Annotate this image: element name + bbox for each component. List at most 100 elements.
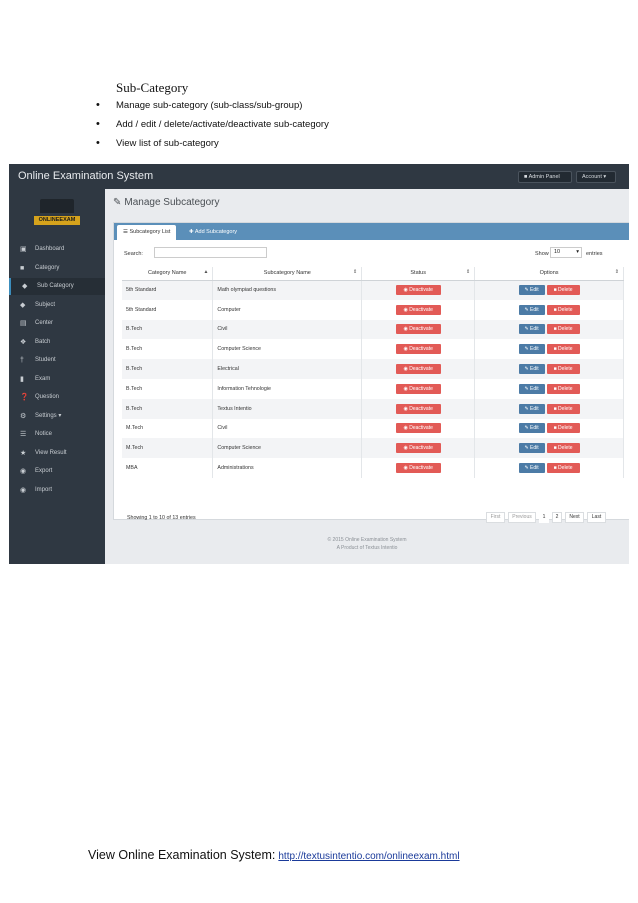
status-cell: ◉ Deactivate: [361, 319, 476, 340]
delete-button[interactable]: ■ Delete: [546, 285, 580, 296]
sidebar-item-label: Dashboard: [35, 246, 65, 252]
sidebar-item-exam[interactable]: ▮ Exam: [9, 371, 105, 388]
deactivate-button[interactable]: ◉ Deactivate: [395, 324, 441, 335]
status-cell: ◉ Deactivate: [361, 299, 476, 320]
trophy-icon: ★: [20, 450, 27, 457]
table-info: Showing 1 to 10 of 13 entries: [127, 515, 196, 521]
sidebar-item-category[interactable]: ■ Category: [9, 260, 105, 277]
options-cell: ✎ Edit ■ Delete: [474, 458, 624, 478]
edit-button[interactable]: ✎ Edit: [518, 304, 545, 315]
category-cell: B.Tech: [122, 319, 214, 340]
sidebar-item-center[interactable]: ▤ Center: [9, 315, 105, 332]
deactivate-button[interactable]: ◉ Deactivate: [395, 423, 441, 434]
edit-button[interactable]: ✎ Edit: [518, 285, 545, 296]
options-cell: ✎ Edit ■ Delete: [474, 339, 624, 360]
pagination-page-2[interactable]: 2: [552, 512, 562, 523]
pagination-previous[interactable]: Previous: [508, 512, 536, 523]
page-size-value: 10: [554, 249, 561, 255]
delete-button[interactable]: ■ Delete: [546, 324, 580, 335]
delete-button[interactable]: ■ Delete: [546, 443, 580, 454]
app-logo: ONLINEEXAM: [34, 199, 80, 229]
tab-add-subcategory[interactable]: ✚ Add Subcategory: [183, 225, 243, 240]
section-heading: Sub-Category: [116, 80, 189, 95]
sidebar-item-dashboard[interactable]: ▣ Dashboard: [9, 241, 105, 258]
account-dropdown[interactable]: Account ▾: [576, 171, 616, 183]
show-label: Show: [535, 251, 549, 257]
sidebar-item-view-result[interactable]: ★ View Result: [9, 445, 105, 462]
delete-button[interactable]: ■ Delete: [546, 364, 580, 375]
table-row: 5th Standard Math olympiad questions ◉ Dea…: [122, 280, 624, 300]
cogs-icon: ⚙: [20, 413, 27, 420]
search-input[interactable]: [154, 247, 267, 258]
table-row: B.Tech Electrical ◉ Deactivate ✎ Edit ■ Dele…: [122, 359, 624, 379]
admin-panel-label: Admin Panel: [528, 174, 560, 180]
deactivate-button[interactable]: ◉ Deactivate: [395, 383, 441, 394]
pagination-page-1[interactable]: 1: [539, 512, 549, 523]
trash-icon: ■: [553, 306, 557, 313]
subcategory-cell: Textus Intentio: [212, 398, 363, 419]
edit-button[interactable]: ✎ Edit: [518, 324, 545, 335]
column-header-options[interactable]: Options ⇕: [474, 267, 624, 281]
deactivate-button[interactable]: ◉ Deactivate: [395, 403, 441, 414]
sidebar-item-settings[interactable]: ⚙ Settings ▾: [9, 408, 105, 425]
column-header-category[interactable]: Category Name ▲: [122, 267, 214, 281]
tag-icon: ◆: [20, 302, 26, 309]
sidebar-item-subject[interactable]: ◆ Subject: [9, 297, 105, 314]
edit-icon: ✎: [113, 197, 122, 208]
column-label: Category Name: [147, 270, 187, 277]
delete-button[interactable]: ■ Delete: [546, 383, 580, 394]
deactivate-button[interactable]: ◉ Deactivate: [395, 364, 441, 375]
sidebar-item-label: Question: [35, 394, 60, 400]
deactivate-button[interactable]: ◉ Deactivate: [395, 285, 441, 296]
column-header-status[interactable]: Status ⇕: [361, 267, 476, 281]
subcategory-cell: Administrations: [212, 458, 363, 478]
list-icon: ☰: [20, 431, 27, 438]
sidebar-item-export[interactable]: ◉ Export: [9, 463, 105, 480]
graduation-cap-icon: [40, 199, 74, 213]
pagination-last[interactable]: Last: [587, 512, 606, 523]
sidebar-item-student[interactable]: † Student: [9, 352, 105, 369]
delete-button[interactable]: ■ Delete: [546, 304, 580, 315]
deactivate-button[interactable]: ◉ Deactivate: [395, 344, 441, 355]
category-cell: MBA: [122, 458, 214, 478]
column-header-subcategory[interactable]: Subcategory Name ⇕: [212, 267, 363, 281]
edit-button[interactable]: ✎ Edit: [518, 383, 545, 394]
subcategory-cell: Information Tehnologie: [212, 378, 363, 399]
admin-panel-button[interactable]: ■ Admin Panel: [518, 171, 572, 183]
delete-button[interactable]: ■ Delete: [546, 463, 580, 474]
eye-icon: ◉: [403, 405, 408, 412]
delete-button[interactable]: ■ Delete: [546, 344, 580, 355]
category-cell: B.Tech: [122, 339, 214, 360]
wrench-icon: ✎: [524, 326, 529, 333]
footer-label: View Online Examination System:: [88, 848, 276, 862]
tab-subcategory-list[interactable]: ☰ Subcategory List: [117, 225, 177, 240]
edit-button[interactable]: ✎ Edit: [518, 443, 545, 454]
feature-item: Manage sub-category (sub-class/sub-group…: [96, 99, 329, 119]
pagination-next[interactable]: Next: [565, 512, 584, 523]
sidebar-item-notice[interactable]: ☰ Notice: [9, 426, 105, 443]
sidebar-item-import[interactable]: ◉ Import: [9, 482, 105, 499]
delete-button[interactable]: ■ Delete: [546, 403, 580, 414]
eye-icon: ◉: [403, 346, 408, 353]
plus-icon: ✚: [189, 229, 194, 235]
edit-button[interactable]: ✎ Edit: [518, 463, 545, 474]
edit-button[interactable]: ✎ Edit: [518, 403, 545, 414]
status-cell: ◉ Deactivate: [361, 418, 476, 439]
deactivate-button[interactable]: ◉ Deactivate: [395, 443, 441, 454]
page-size-select[interactable]: 10 ▾: [550, 247, 582, 258]
edit-button[interactable]: ✎ Edit: [518, 344, 545, 355]
footer-link[interactable]: http://textusintentio.com/onlineexam.htm…: [278, 851, 459, 862]
sidebar-item-sub-category[interactable]: ◆ Sub Category: [9, 278, 105, 295]
app-brand[interactable]: Online Examination System: [18, 170, 153, 182]
category-cell: M.Tech: [122, 418, 214, 439]
entries-label: entries: [586, 251, 603, 257]
edit-button[interactable]: ✎ Edit: [518, 364, 545, 375]
pagination-first[interactable]: First: [486, 512, 505, 523]
deactivate-button[interactable]: ◉ Deactivate: [395, 304, 441, 315]
deactivate-button[interactable]: ◉ Deactivate: [395, 463, 441, 474]
sidebar-item-batch[interactable]: ❖ Batch: [9, 334, 105, 351]
sidebar-item-question[interactable]: ❓ Question: [9, 389, 105, 406]
button-label: Deactivate: [409, 405, 433, 412]
delete-button[interactable]: ■ Delete: [546, 423, 580, 434]
edit-button[interactable]: ✎ Edit: [518, 423, 545, 434]
